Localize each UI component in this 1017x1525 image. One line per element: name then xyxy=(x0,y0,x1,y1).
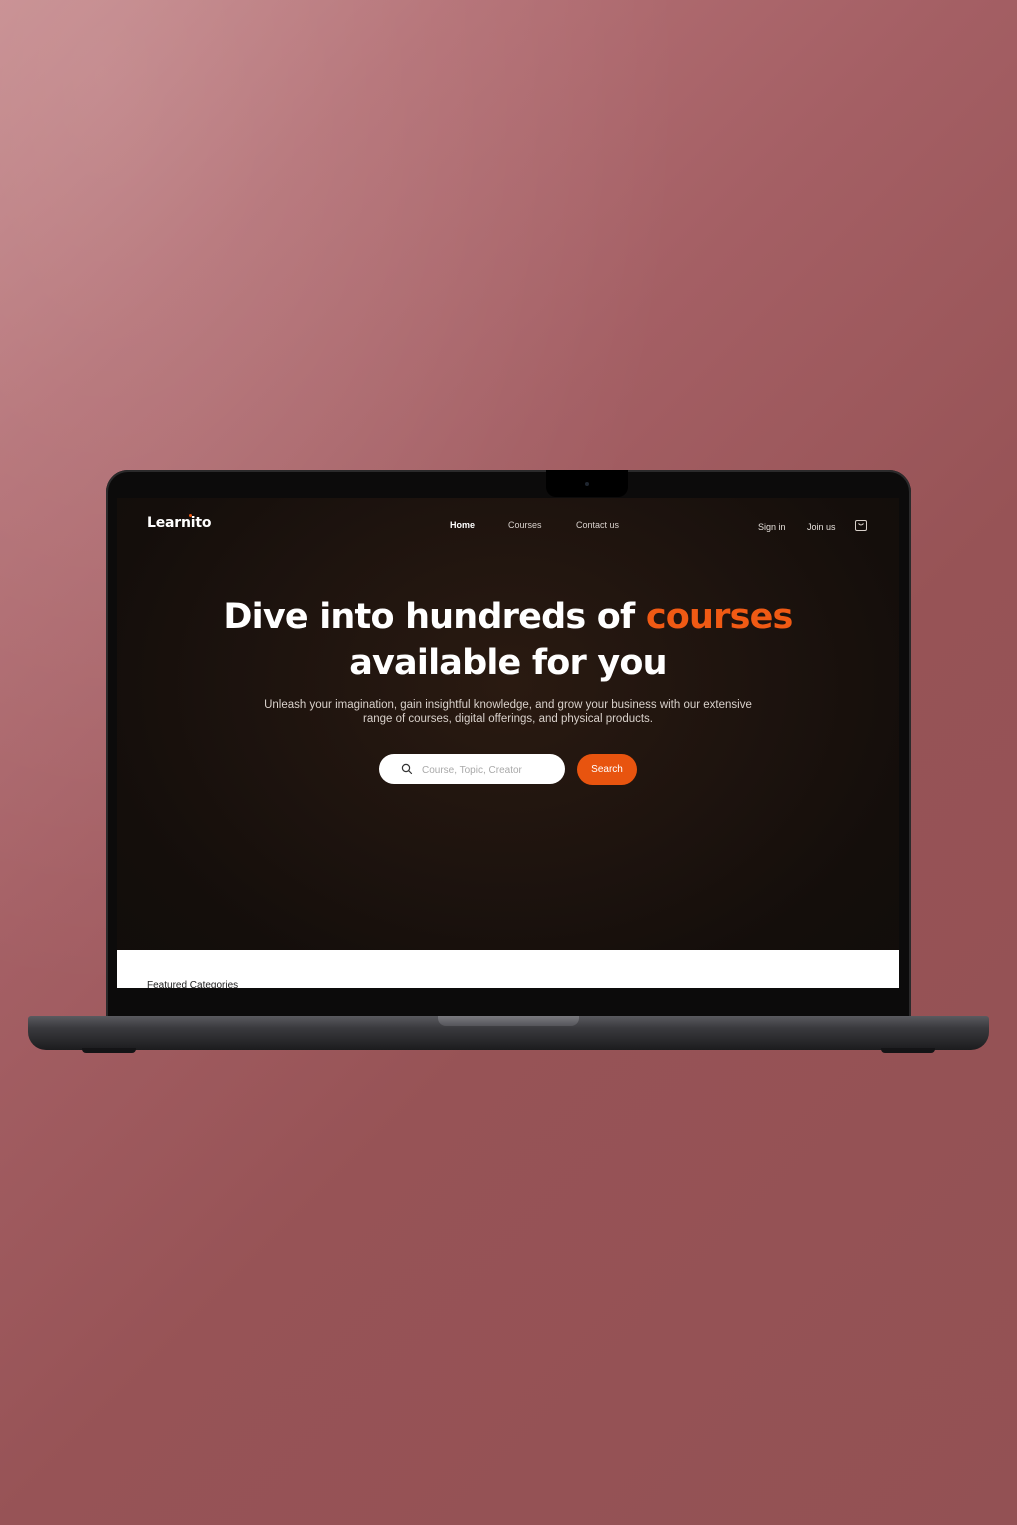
search-input[interactable] xyxy=(420,760,554,780)
laptop-screen: Learnito Home Courses Contact us Sign in… xyxy=(117,498,899,988)
camera-notch xyxy=(546,470,628,497)
hero-title-prefix: Dive into hundreds of xyxy=(223,597,646,637)
nav-item-contact-us[interactable]: Contact us xyxy=(576,520,619,530)
hero-subtitle: Unleash your imagination, gain insightfu… xyxy=(264,699,752,725)
search-icon xyxy=(401,763,413,775)
hero-title-suffix: available for you xyxy=(349,643,667,683)
search-button[interactable]: Search xyxy=(577,754,637,785)
nav-item-courses[interactable]: Courses xyxy=(508,520,542,530)
hero-title-accent: courses xyxy=(645,597,794,637)
nav-item-home[interactable]: Home xyxy=(450,520,475,530)
featured-categories-title: Featured Categories xyxy=(147,980,239,988)
trackpad-lip xyxy=(438,1016,579,1026)
search-box[interactable] xyxy=(379,754,565,784)
join-us-link[interactable]: Join us xyxy=(807,522,836,532)
laptop-base xyxy=(28,1016,989,1050)
laptop-foot-left xyxy=(82,1048,136,1053)
laptop-mockup: Learnito Home Courses Contact us Sign in… xyxy=(28,470,989,1055)
laptop-foot-right xyxy=(881,1048,935,1053)
shopping-bag-icon[interactable] xyxy=(854,517,868,532)
logo-accent-dot xyxy=(189,514,192,517)
hero-title: Dive into hundreds of courses available … xyxy=(117,594,899,686)
brand-logo[interactable]: Learnito xyxy=(147,515,211,531)
sign-in-link[interactable]: Sign in xyxy=(758,522,786,532)
